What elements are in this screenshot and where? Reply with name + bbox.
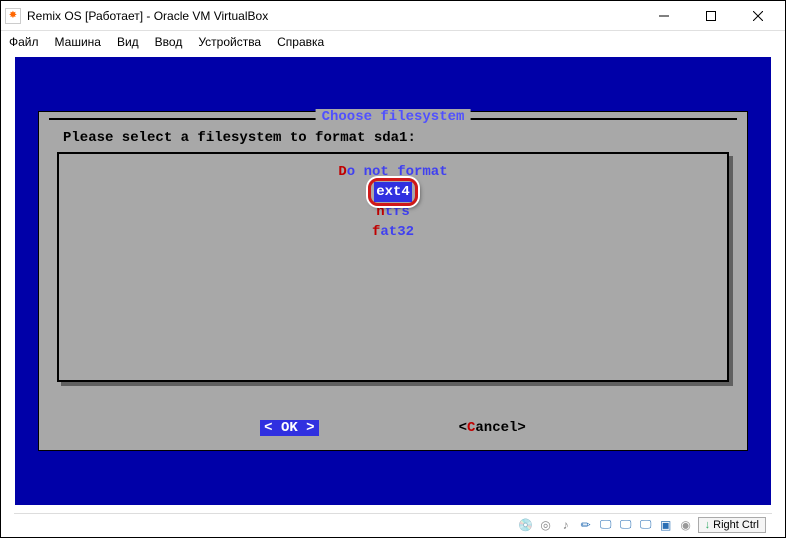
usb-icon[interactable]: ✏ [578,517,594,533]
cd-icon[interactable]: ◎ [538,517,554,533]
dialog-title: Choose filesystem [316,109,471,125]
ok-button[interactable]: < OK > [260,420,318,436]
minimize-button[interactable] [641,2,687,30]
menu-input[interactable]: Ввод [155,35,183,49]
network-icon[interactable]: 🖵 [598,517,614,533]
option-ntfs[interactable]: ntfs [59,202,727,222]
app-icon: ✸ [5,8,21,24]
audio-icon[interactable]: ♪ [558,517,574,533]
option-ext4[interactable]: ext4 [59,182,727,202]
statusbar: 💿 ◎ ♪ ✏ 🖵 🖵 🖵 ▣ ◉ ↓ Right Ctrl [14,513,772,535]
close-button[interactable] [735,2,781,30]
option-fat32[interactable]: fat32 [59,222,727,242]
filesystem-dialog: Choose filesystem Please select a filesy… [38,111,748,451]
maximize-button[interactable] [688,2,734,30]
chipset-icon[interactable]: ▣ [658,517,674,533]
titlebar: ✸ Remix OS [Работает] - Oracle VM Virtua… [1,1,785,31]
shared-folder-icon[interactable]: 🖵 [618,517,634,533]
cancel-button[interactable]: <Cancel> [459,420,526,436]
display-icon[interactable]: 🖵 [638,517,654,533]
menu-machine[interactable]: Машина [55,35,101,49]
menu-devices[interactable]: Устройства [198,35,261,49]
arrow-down-icon: ↓ [705,519,711,531]
host-key-label: Right Ctrl [713,519,759,531]
vm-display[interactable]: Choose filesystem Please select a filesy… [15,57,771,505]
filesystem-list: Do not format ext4 ntfs fat32 [57,152,729,382]
window-title: Remix OS [Работает] - Oracle VM VirtualB… [27,9,641,23]
menubar: Файл Машина Вид Ввод Устройства Справка [1,31,785,53]
window-controls [641,2,781,30]
hdd-icon[interactable]: 💿 [518,517,534,533]
recording-icon[interactable]: ◉ [678,517,694,533]
host-key-indicator[interactable]: ↓ Right Ctrl [698,517,766,533]
menu-file[interactable]: Файл [9,35,39,49]
menu-help[interactable]: Справка [277,35,324,49]
menu-view[interactable]: Вид [117,35,139,49]
dialog-prompt: Please select a filesystem to format sda… [63,130,416,146]
dialog-buttons: < OK > <Cancel> [39,420,747,436]
option-donotformat[interactable]: Do not format [59,162,727,182]
